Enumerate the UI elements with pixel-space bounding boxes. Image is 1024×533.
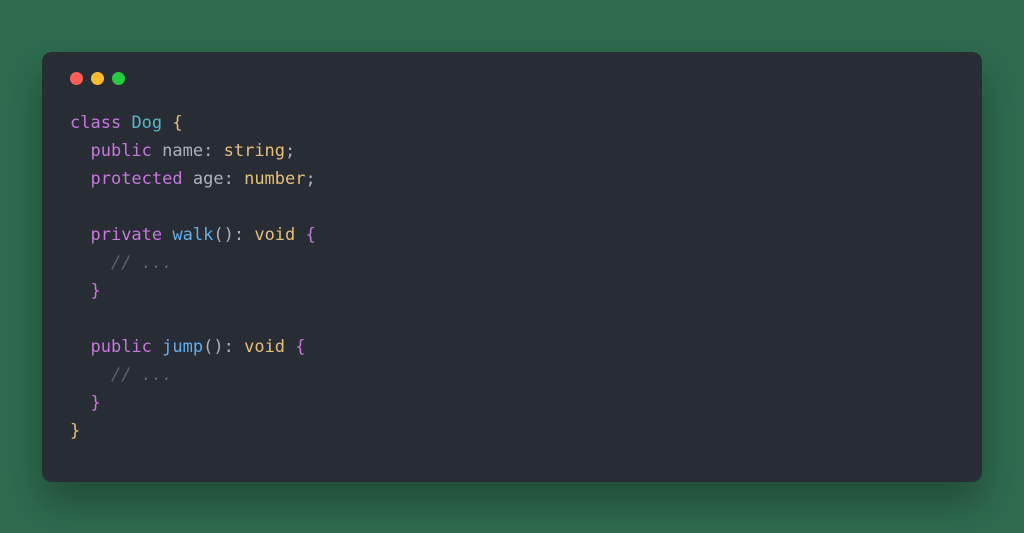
semicolon: ; — [306, 169, 316, 189]
type-number: number — [244, 169, 305, 189]
brace-open: { — [295, 337, 305, 357]
code-content: class Dog { public name: string; protect… — [70, 109, 954, 446]
colon: : — [234, 225, 244, 245]
type-void: void — [254, 225, 295, 245]
close-icon[interactable] — [70, 72, 83, 85]
colon: : — [203, 141, 213, 161]
comment: // ... — [111, 365, 172, 385]
keyword-class: class — [70, 113, 121, 133]
method-walk: walk — [172, 225, 213, 245]
modifier-private: private — [90, 225, 162, 245]
parens: () — [213, 225, 233, 245]
property-name: name — [162, 141, 203, 161]
indent — [70, 141, 90, 161]
minimize-icon[interactable] — [91, 72, 104, 85]
property-age: age — [193, 169, 224, 189]
brace-close: } — [70, 421, 80, 441]
semicolon: ; — [285, 141, 295, 161]
indent — [70, 337, 90, 357]
type-void: void — [244, 337, 285, 357]
modifier-public: public — [90, 337, 151, 357]
comment: // ... — [111, 253, 172, 273]
indent — [70, 169, 90, 189]
maximize-icon[interactable] — [112, 72, 125, 85]
modifier-public: public — [90, 141, 151, 161]
class-name: Dog — [131, 113, 162, 133]
indent — [70, 365, 111, 385]
code-window: class Dog { public name: string; protect… — [42, 52, 982, 482]
indent — [70, 253, 111, 273]
brace-open: { — [172, 113, 182, 133]
indent — [70, 393, 90, 413]
brace-open: { — [306, 225, 316, 245]
brace-close: } — [90, 393, 100, 413]
method-jump: jump — [162, 337, 203, 357]
colon: : — [224, 337, 234, 357]
modifier-protected: protected — [90, 169, 182, 189]
type-string: string — [224, 141, 285, 161]
brace-close: } — [90, 281, 100, 301]
colon: : — [224, 169, 234, 189]
indent — [70, 281, 90, 301]
window-controls — [70, 72, 954, 85]
indent — [70, 225, 90, 245]
parens: () — [203, 337, 223, 357]
